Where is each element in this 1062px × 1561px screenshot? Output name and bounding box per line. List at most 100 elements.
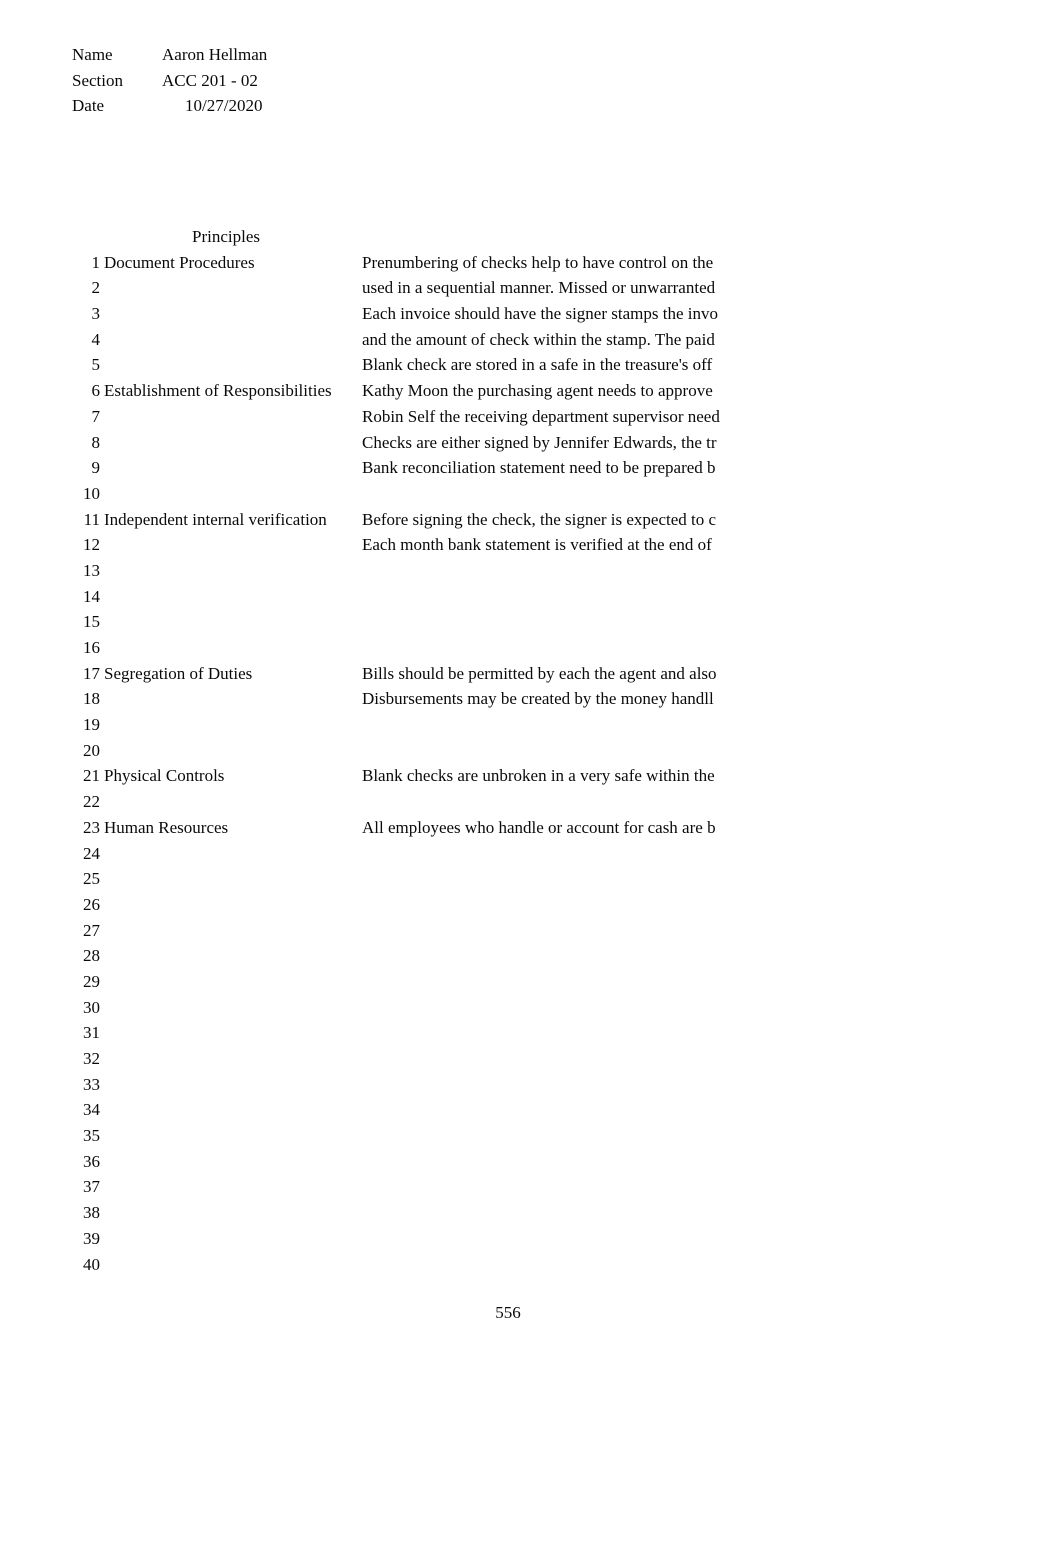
row-number: 4 [91, 329, 101, 349]
table-row[interactable]: 19 [0, 712, 1062, 738]
row-number: 32 [83, 1049, 100, 1068]
row-number: 31 [83, 1023, 100, 1043]
table-row[interactable]: 1 Document Procedures Prenumbering of chec… [0, 250, 1062, 276]
description-cell[interactable]: Blank check are stored in a safe in the … [362, 352, 726, 378]
table-row[interactable]: 26 [0, 892, 1062, 918]
date-label: Date [72, 96, 105, 115]
table-row[interactable]: 2 used in a sequential manner. Missed or … [0, 275, 1062, 301]
table-row[interactable]: 22 [0, 789, 1062, 815]
description-cell[interactable]: Before signing the check, the signer is … [362, 507, 726, 533]
document-page: Name Aaron Hellman Section ACC 201 - 02 … [0, 0, 1062, 1561]
table-row[interactable]: 40 [0, 1252, 1062, 1278]
table-row[interactable]: 38 [0, 1200, 1062, 1226]
name-row: Name Aaron Hellman [72, 42, 492, 68]
table-row[interactable]: 33 [0, 1072, 1062, 1098]
row-number: 39 [83, 1228, 100, 1248]
table-row[interactable]: 4 and the amount of check within the stam… [0, 327, 1062, 353]
table-row[interactable]: 34 [0, 1097, 1062, 1123]
table-row[interactable]: 15 [0, 609, 1062, 635]
table-row[interactable]: 35 [0, 1123, 1062, 1149]
description-cell[interactable]: Kathy Moon the purchasing agent needs to… [362, 378, 726, 404]
principle-cell[interactable]: Document Procedures [104, 250, 255, 276]
principle-cell[interactable]: Physical Controls [104, 763, 224, 789]
row-number: 11 [83, 509, 100, 529]
row-number: 16 [83, 638, 100, 657]
name-value: Aaron Hellman [162, 45, 268, 64]
table-row[interactable]: 6 Establishment of Responsibilities Kathy … [0, 378, 1062, 404]
table-row[interactable]: 11 Independent internal verification Befor… [0, 507, 1062, 533]
table-row[interactable]: 18 Disbursements may be created by the mo… [0, 686, 1062, 712]
table-row[interactable]: 20 [0, 738, 1062, 764]
table-row[interactable]: 16 [0, 635, 1062, 661]
table-row[interactable]: 28 [0, 943, 1062, 969]
description-cell[interactable]: Blank checks are unbroken in a very safe… [362, 763, 726, 789]
description-cell[interactable]: Checks are either signed by Jennifer Edw… [362, 430, 726, 456]
description-cell[interactable]: All employees who handle or account for … [362, 815, 726, 841]
principles-sheet: Principles 1 Document Procedures Prenumber… [0, 224, 1062, 1277]
row-number: 28 [83, 946, 100, 966]
row-number: 14 [83, 586, 100, 606]
description-cell[interactable]: Each invoice should have the signer stam… [362, 301, 726, 327]
row-number: 38 [83, 1203, 100, 1223]
table-row[interactable]: 39 [0, 1226, 1062, 1252]
row-number: 6 [91, 381, 101, 401]
table-row[interactable]: 5 Blank check are stored in a safe in the… [0, 352, 1062, 378]
description-cell[interactable]: used in a sequential manner. Missed or u… [362, 275, 726, 301]
row-number: 10 [83, 483, 100, 503]
table-row[interactable]: 27 [0, 918, 1062, 944]
table-row[interactable]: 37 [0, 1174, 1062, 1200]
row-number: 37 [83, 1177, 100, 1197]
row-number: 29 [83, 971, 100, 991]
description-cell[interactable]: Prenumbering of checks help to have cont… [362, 250, 726, 276]
row-number: 17 [83, 663, 100, 683]
table-row[interactable]: 21 Physical Controls Blank checks are unbr… [0, 763, 1062, 789]
table-row[interactable]: 36 [0, 1149, 1062, 1175]
table-row[interactable]: 8 Checks are either signed by Jennifer Ed… [0, 430, 1062, 456]
page-footer: 556 [0, 1303, 1016, 1323]
table-row[interactable]: 30 [0, 995, 1062, 1021]
table-row[interactable]: 3 Each invoice should have the signer sta… [0, 301, 1062, 327]
table-row[interactable]: 12 Each month bank statement is verified … [0, 532, 1062, 558]
row-number: 5 [91, 355, 101, 375]
row-number: 22 [83, 792, 100, 812]
row-number: 40 [83, 1254, 100, 1274]
sheet-rows: 1 Document Procedures Prenumbering of chec… [0, 250, 1062, 1278]
row-number: 15 [83, 612, 100, 632]
student-info-header: Name Aaron Hellman Section ACC 201 - 02 … [72, 42, 492, 119]
row-number: 24 [83, 843, 100, 863]
table-row[interactable]: 24 [0, 841, 1062, 867]
table-row[interactable]: 25 [0, 866, 1062, 892]
section-label: Section [72, 70, 123, 90]
description-cell[interactable]: Bills should be permitted by each the ag… [362, 661, 726, 687]
table-row[interactable]: 23 Human Resources All employees who handl… [0, 815, 1062, 841]
row-number: 8 [91, 432, 101, 452]
row-number: 9 [91, 458, 101, 478]
table-row[interactable]: 14 [0, 584, 1062, 610]
page-number: 556 [495, 1303, 521, 1322]
table-row[interactable]: 7 Robin Self the receiving department sup… [0, 404, 1062, 430]
date-row: Date 10/27/2020 [72, 93, 492, 119]
principle-cell[interactable]: Human Resources [104, 815, 228, 841]
principle-cell[interactable]: Establishment of Responsibilities [104, 378, 332, 404]
table-row[interactable]: 31 [0, 1020, 1062, 1046]
table-row[interactable]: 13 [0, 558, 1062, 584]
table-row[interactable]: 10 [0, 481, 1062, 507]
description-cell[interactable]: Each month bank statement is verified at… [362, 532, 726, 558]
principles-column-header: Principles [192, 227, 260, 246]
row-number: 13 [83, 560, 100, 580]
principle-cell[interactable]: Segregation of Duties [104, 661, 252, 687]
row-number: 35 [83, 1126, 100, 1146]
row-number: 12 [83, 535, 100, 555]
row-number: 27 [83, 920, 100, 940]
row-number: 26 [83, 894, 100, 914]
row-number: 36 [83, 1151, 100, 1171]
principle-cell[interactable]: Independent internal verification [104, 507, 327, 533]
description-cell[interactable]: Disbursements may be created by the mone… [362, 686, 726, 712]
table-row[interactable]: 17 Segregation of Duties Bills should be p… [0, 661, 1062, 687]
table-row[interactable]: 29 [0, 969, 1062, 995]
table-row[interactable]: 9 Bank reconciliation statement need to b… [0, 455, 1062, 481]
description-cell[interactable]: and the amount of check within the stamp… [362, 327, 726, 353]
description-cell[interactable]: Robin Self the receiving department supe… [362, 404, 726, 430]
description-cell[interactable]: Bank reconciliation statement need to be… [362, 455, 726, 481]
table-row[interactable]: 32 [0, 1046, 1062, 1072]
